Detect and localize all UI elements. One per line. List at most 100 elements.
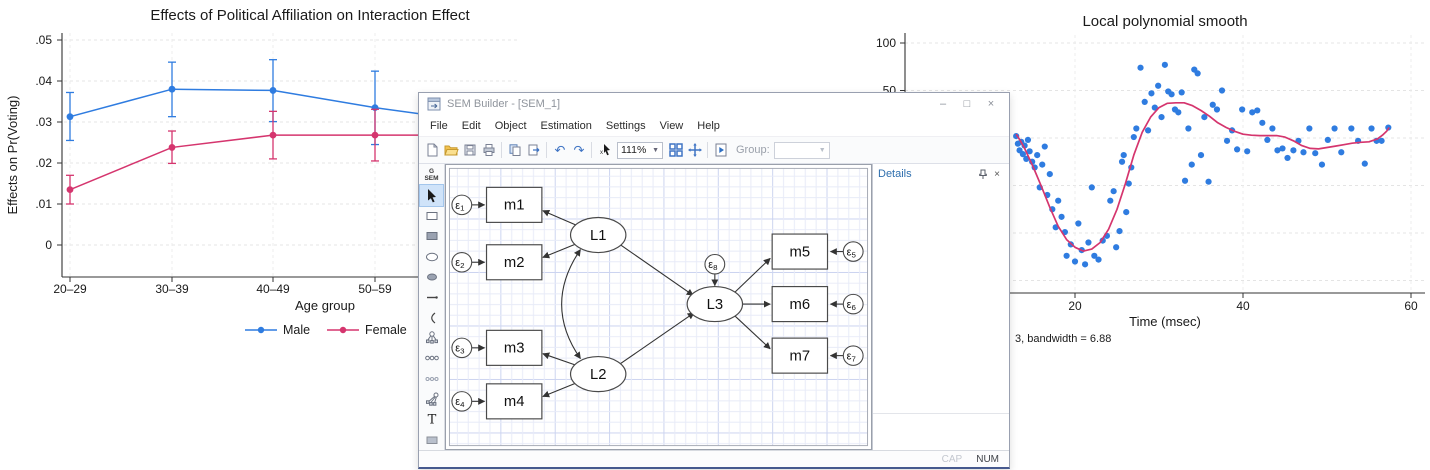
maximize-button[interactable]: □ [955, 96, 979, 112]
close-button[interactable]: × [979, 96, 1003, 112]
observed-label: m3 [504, 341, 525, 357]
menu-item-estimation[interactable]: Estimation [534, 118, 599, 134]
error-term-e3[interactable]: ε3 [452, 338, 472, 357]
observed-label: m7 [790, 349, 811, 365]
scatter-point [1254, 107, 1260, 113]
observed-label: m5 [790, 245, 811, 261]
menu-item-view[interactable]: View [653, 118, 691, 134]
sem-logo: GSEM [420, 165, 443, 185]
error-term-e4[interactable]: ε4 [452, 392, 472, 411]
copy-icon[interactable] [505, 141, 524, 160]
scatter-point [1214, 106, 1220, 112]
palette-tool-latent-chain[interactable] [420, 369, 443, 389]
legend-label-male: Male [283, 323, 310, 337]
palette-tool-pointer[interactable] [420, 185, 443, 205]
menu-bar: File Edit Object Estimation Settings Vie… [419, 115, 1009, 136]
minimize-button[interactable]: – [931, 96, 955, 112]
error-term-e6[interactable]: ε6 [843, 294, 863, 313]
svg-text:↷: ↷ [573, 144, 585, 159]
caps-lock-indicator: CAP [942, 454, 963, 465]
observed-variable-m5[interactable]: m5 [772, 234, 827, 269]
latent-variable-L3[interactable]: L3 [687, 287, 742, 322]
menu-item-object[interactable]: Object [488, 118, 534, 134]
observed-variable-m4[interactable]: m4 [487, 384, 542, 419]
toolbar-separator [707, 142, 708, 158]
scatter-point [1072, 258, 1078, 264]
menu-item-settings[interactable]: Settings [599, 118, 653, 134]
scatter-point [1158, 114, 1164, 120]
toolbar-separator [501, 142, 502, 158]
palette-tool-arc[interactable] [420, 308, 443, 328]
scatter-point [1121, 152, 1127, 158]
menu-item-help[interactable]: Help [690, 118, 727, 134]
scatter-point [1279, 145, 1285, 151]
run-icon[interactable] [711, 141, 730, 160]
observed-variable-m6[interactable]: m6 [772, 287, 827, 322]
scatter-point [1162, 62, 1168, 68]
scatter-point [1148, 90, 1154, 96]
observed-variable-m3[interactable]: m3 [487, 330, 542, 365]
select-pointer-icon[interactable]: x [595, 141, 614, 160]
chart-note: 3, bandwidth = 6.88 [1015, 333, 1111, 345]
observed-variable-m7[interactable]: m7 [772, 338, 827, 373]
palette-tool-area[interactable] [420, 430, 443, 450]
paste-icon[interactable] [524, 141, 543, 160]
palette-tool-rectangle-filled[interactable] [420, 226, 443, 246]
error-term-e8[interactable]: ε8 [705, 254, 725, 273]
error-term-e1[interactable]: ε1 [452, 195, 472, 214]
sem-builder-window: SEM Builder - [SEM_1] – □ × File Edit Ob… [418, 92, 1010, 469]
x-axis-title: Age group [295, 298, 355, 313]
menu-item-edit[interactable]: Edit [455, 118, 488, 134]
observed-variable-m1[interactable]: m1 [487, 187, 542, 222]
svg-text:T: T [427, 413, 436, 428]
undo-icon[interactable]: ↶ [550, 141, 569, 160]
zoom-value: 111% [621, 144, 646, 156]
latent-variable-L2[interactable]: L2 [571, 357, 626, 392]
palette-tool-regression-fan[interactable] [420, 389, 443, 409]
palette-tool-rectangle[interactable] [420, 206, 443, 226]
scatter-point [1338, 149, 1344, 155]
scatter-point [1244, 148, 1250, 154]
toolbar: ↶↷x111%▼Group:▼ [419, 136, 1009, 164]
print-icon[interactable] [479, 141, 498, 160]
scatter-point [1348, 125, 1354, 131]
series-line-female [70, 135, 435, 190]
toolbar-separator [546, 142, 547, 158]
details-body [873, 184, 1009, 450]
scatter-point [1064, 253, 1070, 259]
open-icon[interactable] [441, 141, 460, 160]
error-term-e7[interactable]: ε7 [843, 346, 863, 365]
zoom-level-combobox[interactable]: 111% ▼ [617, 142, 663, 159]
y-tick-label: .05 [35, 33, 52, 47]
close-panel-icon[interactable]: × [990, 167, 1004, 181]
menu-item-file[interactable]: File [423, 118, 455, 134]
redo-icon[interactable]: ↷ [569, 141, 588, 160]
group-combobox[interactable]: ▼ [774, 142, 830, 159]
pan-icon[interactable] [685, 141, 704, 160]
observed-variable-m2[interactable]: m2 [487, 245, 542, 280]
palette-tool-observed-chain[interactable] [420, 348, 443, 368]
palette-tool-ellipse-filled[interactable] [420, 267, 443, 287]
scatter-point [1025, 137, 1031, 143]
latent-variable-L1[interactable]: L1 [571, 218, 626, 253]
palette-tool-text-tool[interactable]: T [420, 409, 443, 429]
fit-page-icon[interactable] [666, 141, 685, 160]
error-term-e5[interactable]: ε5 [843, 242, 863, 261]
x-tick-label: 60 [1404, 299, 1418, 313]
scatter-point [1082, 261, 1088, 267]
pin-icon[interactable] [976, 167, 990, 181]
observed-label: m2 [504, 255, 525, 271]
error-term-e2[interactable]: ε2 [452, 253, 472, 272]
scatter-point [1185, 125, 1191, 131]
palette-tool-measurement-fan[interactable] [420, 328, 443, 348]
diagram-canvas[interactable]: m1 m2 m3 m4 m5 m6 m7 L1 L2 L3 ε1 ε2 ε3 ε4 ε5 ε6 ε7 ε8 [445, 164, 872, 450]
title-bar[interactable]: SEM Builder - [SEM_1] – □ × [419, 93, 1009, 115]
scatter-point [1205, 179, 1211, 185]
app-icon [427, 97, 441, 111]
scatter-point [1368, 125, 1374, 131]
save-icon[interactable] [460, 141, 479, 160]
palette-tool-path-line[interactable] [420, 287, 443, 307]
new-icon[interactable] [422, 141, 441, 160]
chevron-down-icon: ▼ [652, 147, 659, 154]
palette-tool-ellipse[interactable] [420, 246, 443, 266]
